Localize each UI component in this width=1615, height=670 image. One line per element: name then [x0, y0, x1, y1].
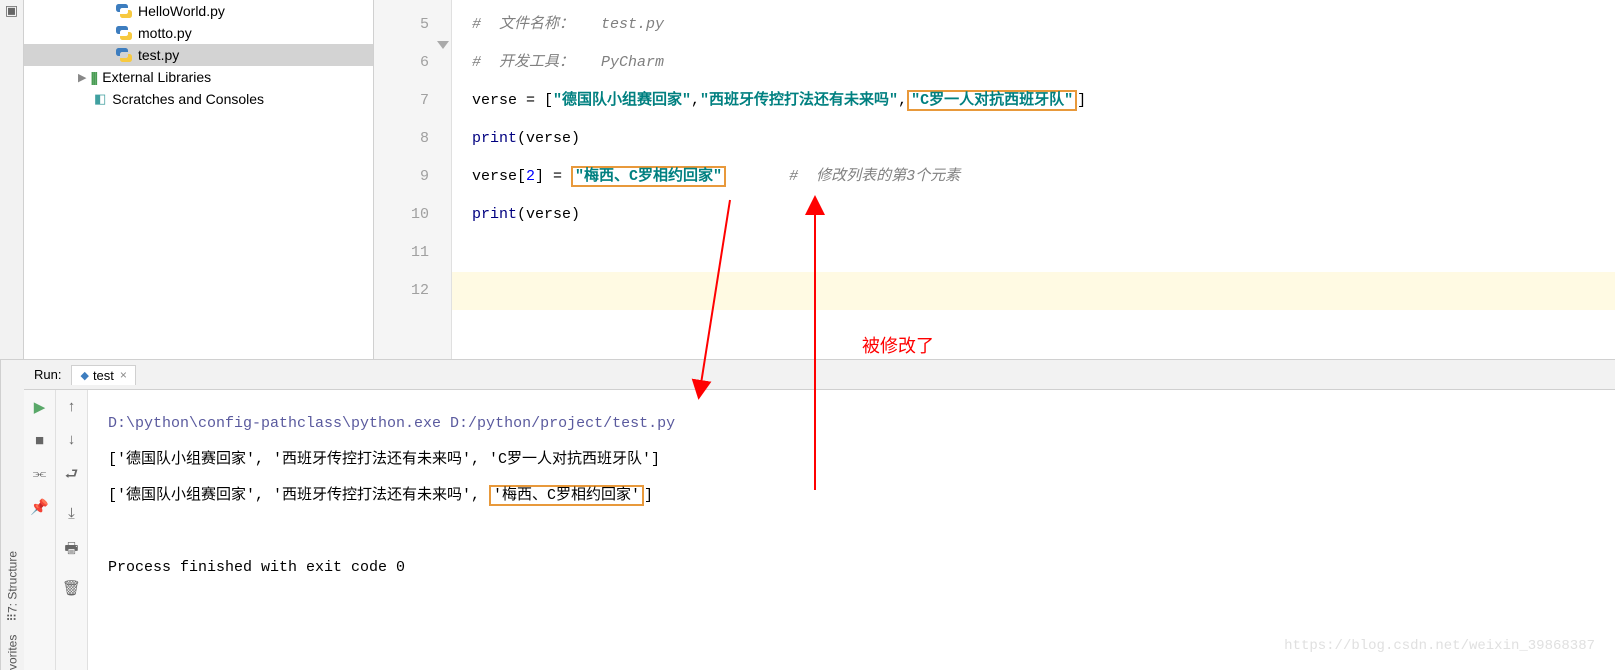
python-file-icon	[116, 25, 132, 41]
close-icon[interactable]: ×	[120, 368, 127, 382]
trash-icon[interactable]: 🗑	[62, 579, 81, 597]
chevron-right-icon[interactable]: ▶	[78, 71, 86, 84]
run-panel-header: Run: ◆ test ×	[24, 360, 1615, 390]
project-tree[interactable]: HelloWorld.py motto.py test.py ▶ ||| Ext…	[24, 0, 374, 359]
tree-file-label: motto.py	[138, 25, 192, 41]
tree-file-motto[interactable]: motto.py	[24, 22, 373, 44]
code-comment: # 文件名称： test.py	[472, 16, 664, 33]
exec-path: D:\python\config-pathclass\python.exe D:…	[108, 415, 675, 432]
highlight-box-3: '梅西、C罗相约回家'	[489, 485, 644, 506]
tree-scratch-label: Scratches and Consoles	[112, 91, 264, 107]
library-icon: |||	[90, 69, 96, 85]
run-tab[interactable]: ◆ test ×	[71, 365, 135, 385]
tree-file-label: test.py	[138, 47, 179, 63]
python-icon: ◆	[80, 369, 88, 382]
line-number: 7	[374, 82, 429, 120]
run-icon[interactable]: ▶	[34, 398, 46, 416]
tree-file-label: HelloWorld.py	[138, 3, 225, 19]
run-tab-label: test	[93, 368, 114, 383]
left-tool-strip: ▣	[0, 0, 24, 359]
watermark: https://blog.csdn.net/weixin_39868387	[1284, 628, 1595, 664]
line-number: 6	[374, 44, 429, 82]
run-toolbar-secondary: ↑ ↓ ⮐ ⤓ 🖶 🗑	[56, 390, 88, 670]
tree-external-libraries[interactable]: ▶ ||| External Libraries	[24, 66, 373, 88]
down-icon[interactable]: ↓	[68, 431, 76, 448]
line-number: 12	[374, 272, 429, 310]
line-number: 8	[374, 120, 429, 158]
exit-message: Process finished with exit code 0	[108, 550, 1595, 586]
code-area[interactable]: # 文件名称： test.py # 开发工具： PyCharm verse = …	[452, 0, 1615, 359]
line-number: 9	[374, 158, 429, 196]
code-comment: # 开发工具： PyCharm	[472, 54, 664, 71]
scroll-icon[interactable]: ⤓	[68, 505, 75, 522]
run-toolbar-primary: ▶ ■ ⫘ 📌	[24, 390, 56, 670]
wrap-icon[interactable]: ⮐	[65, 464, 79, 489]
tree-lib-label: External Libraries	[102, 69, 211, 85]
line-number: 5	[374, 6, 429, 44]
run-label: Run:	[34, 367, 61, 382]
layout-icon[interactable]: ⫘	[33, 465, 47, 482]
highlight-box-2: "梅西、C罗相约回家"	[571, 166, 726, 187]
sidebar-structure-tab[interactable]: vorites ⠿ 7: Structure	[0, 360, 24, 670]
line-number: 11	[374, 234, 429, 272]
python-file-icon	[116, 3, 132, 19]
collapse-marker-icon[interactable]	[436, 40, 450, 54]
code-editor[interactable]: 5 6 7 8 9 10 11 12 # 文件名称： test.py # 开发工…	[374, 0, 1615, 359]
highlight-box-1: "C罗一人对抗西班牙队"	[907, 90, 1077, 111]
stop-icon[interactable]: ■	[35, 432, 44, 449]
line-number: 10	[374, 196, 429, 234]
editor-gutter: 5 6 7 8 9 10 11 12	[374, 0, 452, 359]
print-icon[interactable]: 🖶	[64, 538, 78, 563]
tree-scratches[interactable]: ◧ Scratches and Consoles	[24, 88, 373, 110]
project-icon[interactable]: ▣	[5, 2, 18, 19]
tree-file-helloworld[interactable]: HelloWorld.py	[24, 0, 373, 22]
python-file-icon	[116, 47, 132, 63]
scratches-icon: ◧	[94, 91, 106, 107]
pin-icon[interactable]: 📌	[30, 498, 49, 516]
up-icon[interactable]: ↑	[68, 398, 76, 415]
console-output[interactable]: D:\python\config-pathclass\python.exe D:…	[88, 390, 1615, 670]
annotation-label: 被修改了	[862, 332, 934, 358]
tree-file-test[interactable]: test.py	[24, 44, 373, 66]
